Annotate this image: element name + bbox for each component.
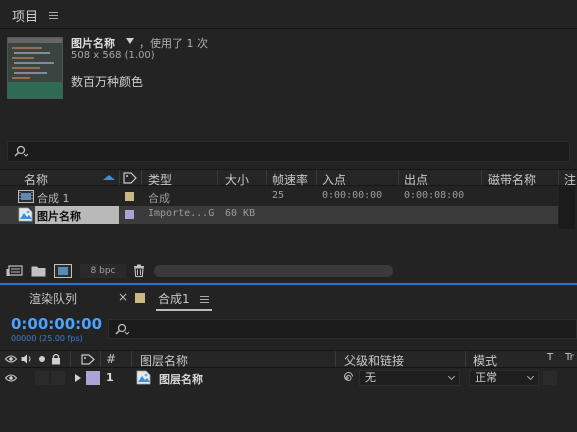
col-out-point[interactable]: 出点	[404, 171, 428, 188]
vertical-scrollbar[interactable]	[559, 187, 575, 229]
col-type[interactable]: 类型	[148, 171, 172, 188]
col-layer-name[interactable]: 图层名称	[140, 352, 188, 369]
project-panel: 项目 图片名称 ，使用了 1 次 508 x 568 (1.00) 数百万种颜色…	[0, 0, 577, 283]
col-in-point[interactable]: 入点	[322, 171, 346, 188]
panel-menu-icon[interactable]	[49, 12, 58, 19]
asset-name: 图片名称	[71, 37, 115, 50]
new-composition-icon[interactable]	[54, 264, 72, 278]
label-swatch[interactable]	[125, 192, 134, 201]
row-out-point: 0:00:08:00	[404, 190, 465, 201]
asset-usage: ，使用了 1 次	[139, 37, 208, 50]
layer-lock-toggle[interactable]	[51, 371, 65, 385]
audio-icon[interactable]	[21, 354, 32, 364]
interpret-footage-icon[interactable]	[6, 265, 23, 277]
layer-visibility-icon[interactable]	[5, 373, 17, 383]
parent-value: 无	[365, 371, 376, 384]
horizontal-scrollbar[interactable]	[154, 265, 393, 277]
layer-index: 1	[106, 371, 114, 384]
project-search-input[interactable]	[7, 141, 570, 162]
video-visibility-icon[interactable]	[5, 354, 17, 364]
project-row-composition[interactable]: 合成 1 合成 25 0:00:00:00 0:00:08:00	[0, 188, 558, 206]
comp-label-swatch	[135, 293, 145, 303]
timeline-search-input[interactable]	[108, 319, 577, 339]
chevron-down-icon	[447, 372, 456, 381]
preserve-transparency-toggle[interactable]	[543, 371, 557, 385]
trash-icon[interactable]	[133, 264, 145, 277]
label-swatch[interactable]	[125, 210, 134, 219]
col-tape-name[interactable]: 磁带名称	[488, 171, 536, 188]
lock-icon[interactable]	[51, 353, 61, 365]
layer-solo-toggle[interactable]	[35, 371, 49, 385]
asset-dimensions: 508 x 568 (1.00)	[71, 50, 155, 61]
search-icon	[115, 323, 130, 335]
col-parent-link[interactable]: 父级和链接	[344, 352, 404, 369]
asset-color-info: 数百万种颜色	[71, 75, 144, 89]
layer-column-header: # 图层名称 父级和链接 模式 T Tr	[0, 350, 577, 368]
current-timecode[interactable]: 0:00:00:00	[11, 315, 102, 333]
usage-dropdown-icon[interactable]	[126, 38, 134, 44]
expand-layer-icon[interactable]	[75, 374, 81, 382]
timeline-menu-icon[interactable]	[200, 296, 209, 303]
parent-select[interactable]: 无	[359, 370, 460, 386]
label-tag-icon[interactable]	[123, 172, 137, 184]
col-name[interactable]: 名称	[24, 171, 48, 188]
col-layer-number: #	[106, 352, 117, 366]
sort-ascending-icon[interactable]	[103, 175, 115, 180]
col-fps[interactable]: 帧速率	[272, 171, 308, 188]
row-type: 合成	[148, 192, 170, 205]
composition-icon	[18, 190, 34, 203]
project-column-header: 名称 类型 大小 帧速率 入点 出点 磁带名称 注	[0, 169, 577, 188]
asset-thumbnail	[7, 37, 63, 99]
row-name: 合成 1	[37, 192, 70, 205]
active-tab-indicator	[156, 309, 212, 311]
layer-row[interactable]: 1 图层名称 无 正常	[0, 369, 577, 387]
blend-mode-select[interactable]: 正常	[469, 370, 539, 386]
mode-value: 正常	[475, 371, 497, 384]
layer-name[interactable]: 图层名称	[159, 371, 203, 387]
tab-divider	[0, 28, 577, 29]
tab-composition[interactable]: 合成1	[158, 290, 190, 307]
row-in-point: 0:00:00:00	[322, 190, 383, 201]
solo-icon[interactable]	[39, 356, 45, 362]
frame-count: 00000 (25.00 fps)	[11, 334, 83, 343]
layer-label-swatch[interactable]	[86, 371, 100, 385]
image-file-icon	[18, 207, 33, 222]
row-type: Importe...G	[148, 208, 215, 219]
search-icon	[14, 145, 29, 157]
close-tab-icon[interactable]: ×	[118, 290, 128, 304]
tab-render-queue[interactable]: 渲染队列	[29, 290, 77, 307]
pickwhip-icon[interactable]	[341, 372, 353, 384]
chevron-down-icon	[526, 372, 535, 381]
project-tab[interactable]: 项目	[12, 6, 38, 25]
label-tag-icon[interactable]	[81, 354, 95, 365]
bit-depth-button[interactable]: 8 bpc	[80, 264, 126, 278]
col-trkmat[interactable]: Tr	[565, 352, 574, 363]
project-row-image[interactable]: 图片名称 Importe...G 60 KB	[0, 206, 558, 224]
row-fps: 25	[272, 190, 285, 201]
row-size: 60 KB	[225, 208, 256, 219]
col-t[interactable]: T	[547, 352, 553, 363]
col-size[interactable]: 大小	[225, 171, 249, 188]
col-mode[interactable]: 模式	[473, 352, 497, 369]
new-folder-icon[interactable]	[31, 265, 46, 277]
col-comment[interactable]: 注	[564, 171, 576, 188]
row-name[interactable]: 图片名称	[37, 208, 81, 224]
timeline-panel: 渲染队列 × 合成1 0:00:00:00 00000 (25.00 fps)	[0, 285, 577, 432]
image-layer-icon	[136, 370, 151, 385]
